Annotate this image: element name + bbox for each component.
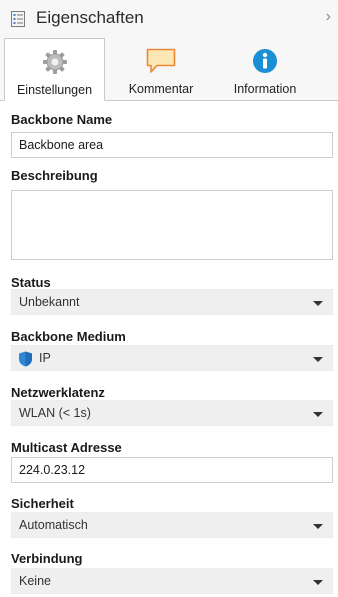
sicherheit-label: Sicherheit [11,496,74,511]
panel-title: Eigenschaften [36,8,144,27]
netzwerklatenz-label: Netzwerklatenz [11,385,105,400]
tab-bar: Einstellungen Kommentar Information [0,38,338,101]
sicherheit-value: Automatisch [19,518,88,532]
multicast-input[interactable]: 224.0.23.12 [11,457,333,483]
backbone-name-input[interactable]: Backbone area [11,132,333,158]
netzwerklatenz-value: WLAN (< 1s) [19,406,91,420]
collapse-chevron-icon[interactable]: › [326,8,331,26]
tab-einstellungen[interactable]: Einstellungen [4,38,105,101]
status-label: Status [11,275,51,290]
backbone-medium-select[interactable]: IP [11,345,333,371]
beschreibung-label: Beschreibung [11,168,98,183]
dropdown-arrow-icon [313,301,323,306]
gear-icon [42,50,67,74]
tab-label: Information [233,82,297,96]
verbindung-label: Verbindung [11,551,83,566]
verbindung-select[interactable]: Keine [11,568,333,594]
dropdown-arrow-icon [313,357,323,362]
dropdown-arrow-icon [313,524,323,529]
backbone-name-label: Backbone Name [11,112,113,127]
info-icon [253,49,277,73]
comment-icon [146,48,176,73]
backbone-medium-label: Backbone Medium [11,329,126,344]
status-value: Unbekannt [19,295,80,309]
beschreibung-textarea[interactable] [11,190,333,260]
netzwerklatenz-select[interactable]: WLAN (< 1s) [11,400,333,426]
panel-header: Eigenschaften › [0,0,338,38]
verbindung-value: Keine [19,574,51,588]
shield-icon [19,351,32,367]
status-select[interactable]: Unbekannt [11,289,333,315]
tab-information[interactable]: Information [216,38,314,100]
dropdown-arrow-icon [313,580,323,585]
multicast-label: Multicast Adresse [11,440,122,455]
sicherheit-select[interactable]: Automatisch [11,512,333,538]
backbone-medium-value: IP [39,351,51,365]
tab-label: Einstellungen [16,83,93,97]
tab-kommentar[interactable]: Kommentar [112,38,210,100]
tab-label: Kommentar [128,82,194,96]
properties-icon [11,11,25,27]
dropdown-arrow-icon [313,412,323,417]
